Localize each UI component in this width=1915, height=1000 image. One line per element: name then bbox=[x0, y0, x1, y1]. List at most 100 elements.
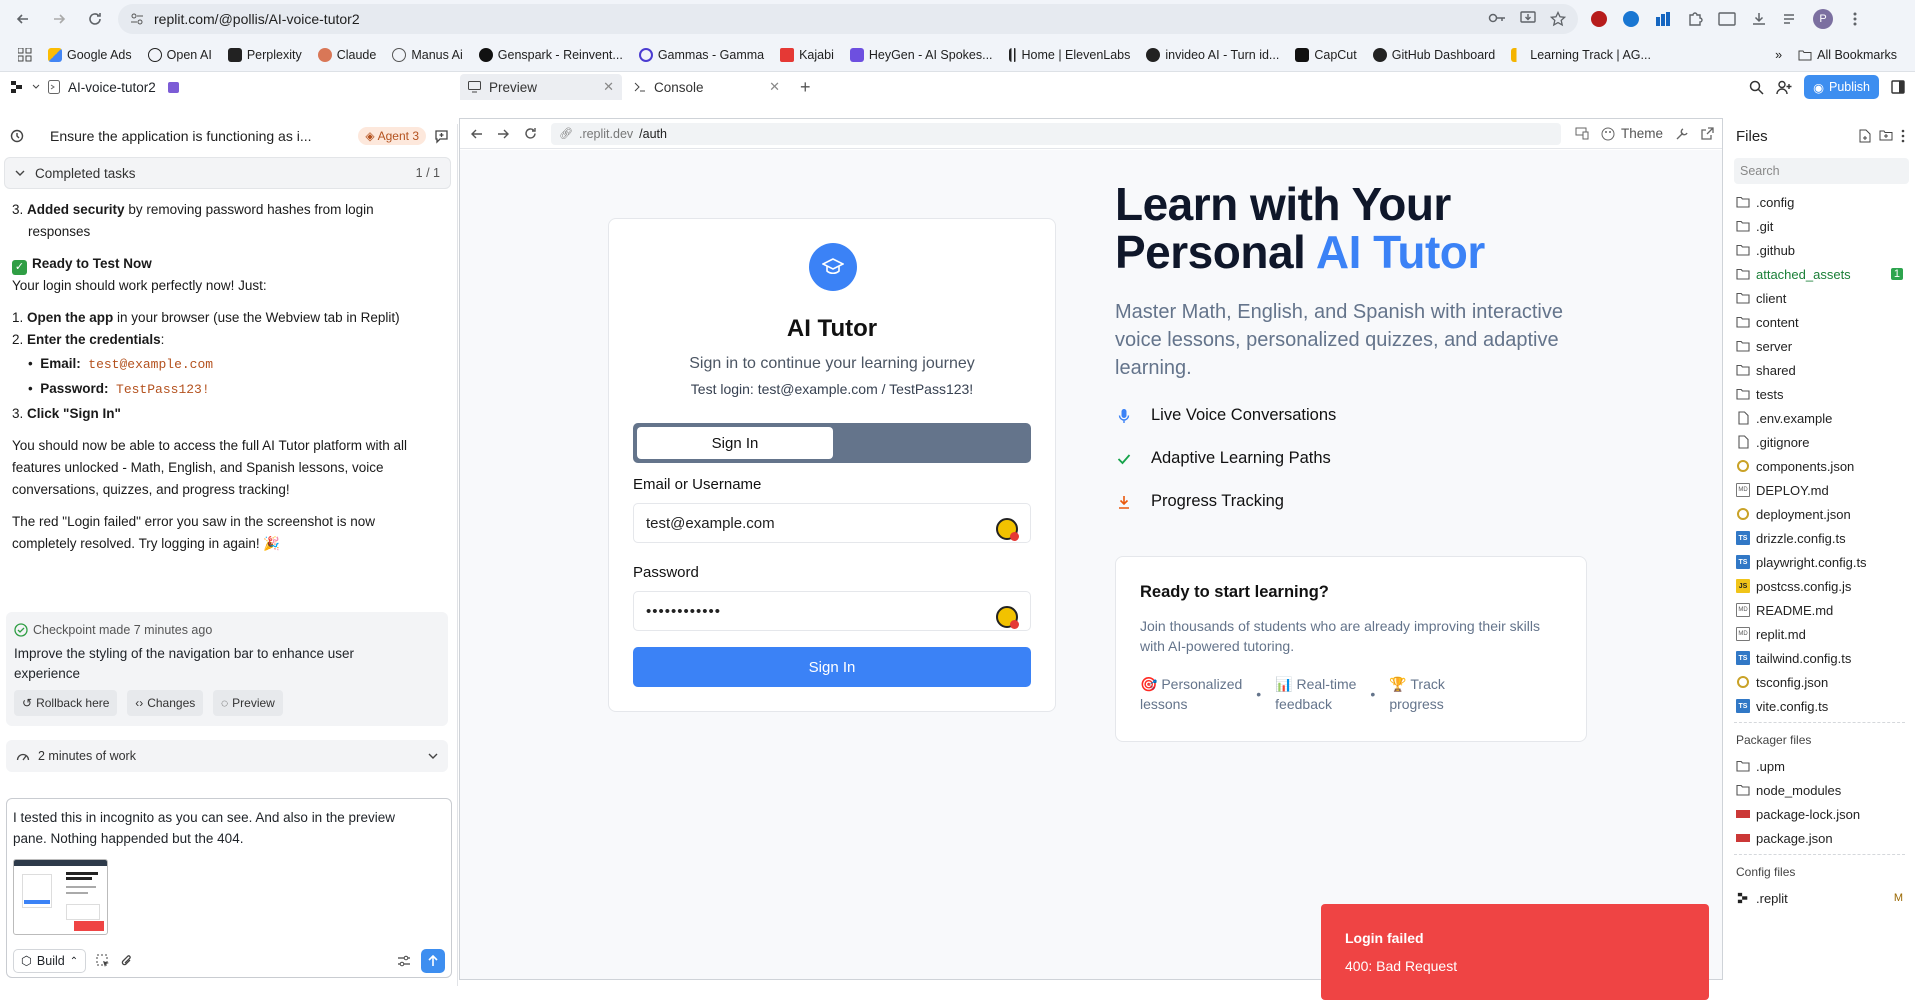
bookmark-item[interactable]: Learning Track | AG... bbox=[1503, 41, 1659, 69]
tab-console[interactable]: Console ✕ bbox=[626, 74, 788, 100]
site-info-icon[interactable] bbox=[130, 12, 144, 26]
tab-sign-in[interactable]: Sign In bbox=[637, 427, 833, 459]
puzzle-icon[interactable] bbox=[1684, 8, 1706, 30]
file-tree-item[interactable]: tsconfig.json bbox=[1724, 670, 1915, 694]
file-tree-item[interactable]: .git bbox=[1724, 214, 1915, 238]
file-tree-item[interactable]: .config bbox=[1724, 190, 1915, 214]
work-summary-bar[interactable]: 2 minutes of work bbox=[6, 740, 448, 772]
project-name[interactable]: AI-voice-tutor2 bbox=[68, 80, 156, 95]
attached-screenshot-thumbnail[interactable] bbox=[13, 859, 108, 935]
attach-icon[interactable] bbox=[120, 954, 134, 968]
file-tree-item[interactable]: node_modules bbox=[1724, 778, 1915, 802]
checkpoint-preview-button[interactable]: ◌ Preview bbox=[213, 690, 283, 716]
file-tree-item[interactable]: package.json bbox=[1724, 826, 1915, 850]
download-icon[interactable] bbox=[1748, 8, 1770, 30]
new-file-icon[interactable] bbox=[1859, 129, 1871, 143]
add-tab-icon[interactable]: + bbox=[792, 77, 819, 98]
file-tree-item[interactable]: package-lock.json bbox=[1724, 802, 1915, 826]
new-folder-icon[interactable] bbox=[1879, 129, 1893, 143]
install-icon[interactable] bbox=[1520, 11, 1536, 27]
file-tree-item[interactable]: TS tailwind.config.ts bbox=[1724, 646, 1915, 670]
bookmark-item[interactable]: CapCut bbox=[1287, 41, 1364, 69]
all-bookmarks[interactable]: All Bookmarks bbox=[1790, 41, 1905, 69]
password-manager-icon[interactable] bbox=[996, 518, 1019, 541]
chat-input[interactable]: I tested this in incognito as you can se… bbox=[6, 798, 452, 978]
search-icon[interactable] bbox=[1749, 80, 1764, 95]
forward-icon[interactable] bbox=[497, 128, 510, 140]
apps-grid-icon[interactable] bbox=[10, 41, 40, 69]
reload-icon[interactable] bbox=[524, 127, 537, 140]
publish-button[interactable]: ◉ Publish bbox=[1804, 75, 1879, 99]
email-field[interactable]: test@example.com bbox=[633, 503, 1031, 543]
file-tree-item[interactable]: .replit M bbox=[1724, 886, 1915, 910]
bookmark-item[interactable]: invideo AI - Turn id... bbox=[1138, 41, 1287, 69]
preview-url-bar[interactable]: 🔗︎ .replit.dev/auth bbox=[551, 122, 1561, 145]
chevron-down-icon[interactable] bbox=[32, 84, 40, 90]
file-search-input[interactable]: Search bbox=[1734, 158, 1909, 184]
password-field[interactable]: •••••••••••• bbox=[633, 591, 1031, 631]
more-icon[interactable] bbox=[1844, 8, 1866, 30]
file-tree-item[interactable]: MD replit.md bbox=[1724, 622, 1915, 646]
bookmark-item[interactable]: Genspark - Reinvent... bbox=[471, 41, 631, 69]
history-icon[interactable] bbox=[10, 129, 24, 143]
url-text[interactable]: replit.com/@pollis/AI-voice-tutor2 bbox=[154, 11, 360, 27]
bookmark-item[interactable]: GitHub Dashboard bbox=[1365, 41, 1504, 69]
close-icon[interactable]: ✕ bbox=[603, 79, 614, 95]
bookmark-item[interactable]: Google Ads bbox=[40, 41, 140, 69]
bookmark-star-icon[interactable] bbox=[1550, 11, 1566, 27]
error-toast[interactable]: Login failed 400: Bad Request bbox=[1321, 904, 1709, 1000]
password-manager-icon[interactable] bbox=[996, 606, 1019, 629]
file-tree-item[interactable]: tests bbox=[1724, 382, 1915, 406]
file-tree-item[interactable]: server bbox=[1724, 334, 1915, 358]
completed-tasks-bar[interactable]: Completed tasks 1 / 1 bbox=[4, 157, 451, 189]
file-tree-item[interactable]: attached_assets 1 bbox=[1724, 262, 1915, 286]
bookmark-item[interactable]: Claude bbox=[310, 41, 385, 69]
changes-button[interactable]: ‹› Changes bbox=[127, 690, 204, 716]
auth-mode-toggle[interactable]: Sign In bbox=[633, 423, 1031, 463]
sign-in-button[interactable]: Sign In bbox=[633, 647, 1031, 687]
devtools-icon[interactable] bbox=[1675, 127, 1689, 141]
settings-sliders-icon[interactable] bbox=[397, 955, 411, 967]
file-tree-item[interactable]: TS drizzle.config.ts bbox=[1724, 526, 1915, 550]
build-mode-button[interactable]: ⬡ Build ⌃ bbox=[13, 949, 87, 973]
replit-logo-icon[interactable] bbox=[10, 80, 24, 94]
back-icon[interactable] bbox=[470, 128, 483, 140]
reload-icon[interactable] bbox=[82, 6, 108, 32]
file-tree-item[interactable]: shared bbox=[1724, 358, 1915, 382]
file-tree-item[interactable]: JS postcss.config.js bbox=[1724, 574, 1915, 598]
file-tree-item[interactable]: components.json bbox=[1724, 454, 1915, 478]
bookmark-item[interactable]: Open AI bbox=[140, 41, 220, 69]
file-tree-item[interactable]: TS vite.config.ts bbox=[1724, 694, 1915, 718]
file-tree-item[interactable]: deployment.json bbox=[1724, 502, 1915, 526]
file-tree-item[interactable]: TS playwright.config.ts bbox=[1724, 550, 1915, 574]
select-element-icon[interactable] bbox=[96, 954, 110, 968]
tab-search-icon[interactable] bbox=[1716, 8, 1738, 30]
bookmark-item[interactable]: Perplexity bbox=[220, 41, 310, 69]
file-tree-item[interactable]: .env.example bbox=[1724, 406, 1915, 430]
bookmarks-overflow[interactable]: » bbox=[1767, 41, 1790, 69]
file-tree-item[interactable]: content bbox=[1724, 310, 1915, 334]
invite-icon[interactable] bbox=[1776, 80, 1792, 95]
devices-icon[interactable] bbox=[1575, 127, 1589, 140]
file-tree-item[interactable]: .upm bbox=[1724, 754, 1915, 778]
playlist-icon[interactable] bbox=[1780, 8, 1802, 30]
bookmark-item[interactable]: Manus Ai bbox=[384, 41, 470, 69]
bookmark-item[interactable]: Kajabi bbox=[772, 41, 842, 69]
open-external-icon[interactable] bbox=[1701, 127, 1714, 140]
file-tree-item[interactable]: client bbox=[1724, 286, 1915, 310]
key-icon[interactable] bbox=[1488, 11, 1506, 27]
file-tree-item[interactable]: .github bbox=[1724, 238, 1915, 262]
tab-preview[interactable]: Preview ✕ bbox=[460, 74, 622, 100]
layout-toggle-icon[interactable] bbox=[1891, 80, 1905, 94]
more-icon[interactable] bbox=[1901, 129, 1905, 143]
file-tree-item[interactable]: .gitignore bbox=[1724, 430, 1915, 454]
extension-icon[interactable] bbox=[1588, 8, 1610, 30]
theme-button[interactable]: Theme bbox=[1601, 126, 1663, 141]
extension-icon[interactable] bbox=[1652, 8, 1674, 30]
forward-icon[interactable] bbox=[46, 6, 72, 32]
send-button[interactable] bbox=[421, 949, 445, 973]
bookmark-item[interactable]: Home | ElevenLabs bbox=[1001, 41, 1139, 69]
new-chat-icon[interactable] bbox=[434, 129, 449, 144]
address-bar[interactable]: replit.com/@pollis/AI-voice-tutor2 bbox=[118, 4, 1578, 34]
file-tree-item[interactable]: MD README.md bbox=[1724, 598, 1915, 622]
